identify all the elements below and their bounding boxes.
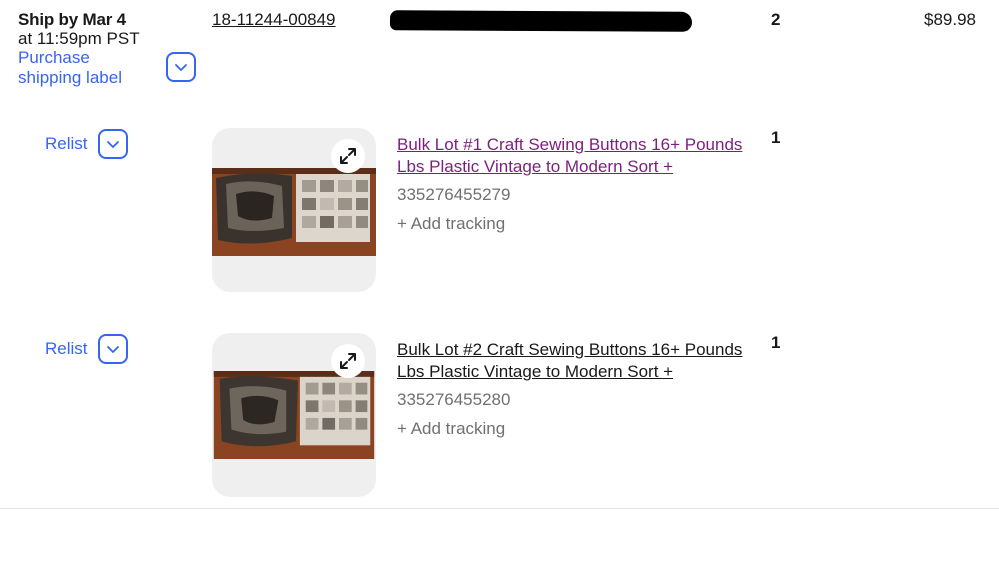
relist-link[interactable]: Relist	[45, 339, 88, 359]
add-tracking-link[interactable]: + Add tracking	[397, 214, 505, 234]
purchase-shipping-label-link[interactable]: Purchase shipping label	[18, 48, 148, 88]
item-number: 335276455279	[397, 185, 511, 204]
item-quantity: 1	[771, 333, 781, 352]
order-actions-dropdown-button[interactable]	[166, 52, 196, 82]
item-number: 335276455280	[397, 390, 511, 409]
ship-by-date: Ship by Mar 4	[18, 10, 126, 29]
order-number-link[interactable]: 18-11244-00849	[212, 10, 336, 30]
item-photo	[212, 168, 376, 256]
chevron-down-icon	[107, 346, 119, 353]
chevron-down-icon	[107, 141, 119, 148]
ship-by-time: at 11:59pm PST	[18, 29, 140, 48]
redacted-buyer-name	[389, 10, 693, 32]
item-thumbnail[interactable]	[212, 333, 376, 497]
add-tracking-link[interactable]: + Add tracking	[397, 419, 505, 439]
expand-image-button[interactable]	[331, 344, 365, 378]
expand-arrows-icon	[340, 148, 356, 164]
item-quantity: 1	[771, 128, 781, 147]
expand-arrows-icon	[340, 353, 356, 369]
item-title-link[interactable]: Bulk Lot #1 Craft Sewing Buttons 16+ Pou…	[397, 134, 759, 178]
expand-image-button[interactable]	[331, 139, 365, 173]
item-thumbnail[interactable]	[212, 128, 376, 292]
item-actions-dropdown-button[interactable]	[98, 129, 128, 159]
order-total: $89.98	[924, 10, 976, 29]
item-photo	[213, 371, 375, 459]
chevron-down-icon	[175, 64, 187, 71]
item-actions-dropdown-button[interactable]	[98, 334, 128, 364]
order-quantity: 2	[771, 10, 781, 29]
item-title-link[interactable]: Bulk Lot #2 Craft Sewing Buttons 16+ Pou…	[397, 339, 759, 383]
relist-link[interactable]: Relist	[45, 134, 88, 154]
order-divider	[0, 508, 999, 509]
